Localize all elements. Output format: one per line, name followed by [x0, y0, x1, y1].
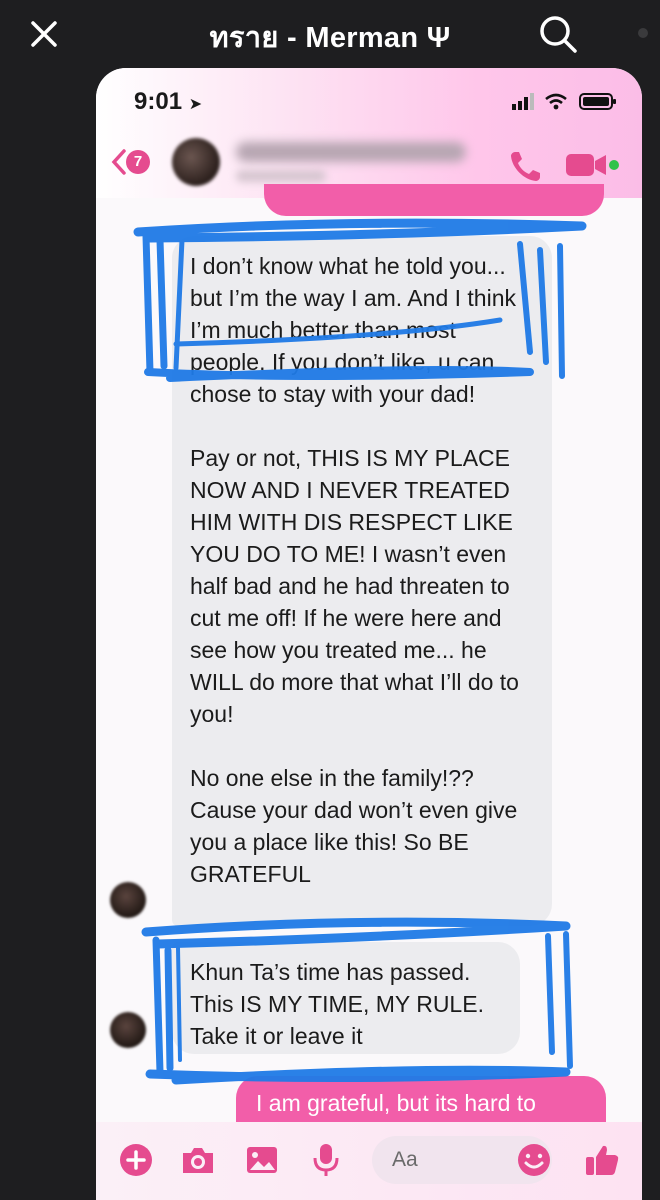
- status-icons: [510, 92, 620, 110]
- viewer-top-bar: ทราย - Merman Ψ: [0, 0, 660, 66]
- unread-badge: 7: [126, 150, 150, 174]
- search-icon[interactable]: [536, 12, 580, 56]
- signal-icon: [512, 93, 534, 110]
- emoji-icon[interactable]: [514, 1140, 554, 1180]
- avatar[interactable]: [172, 138, 220, 186]
- message-text: Khun Ta’s time has passed. This IS MY TI…: [190, 959, 484, 1049]
- phone-icon[interactable]: [506, 146, 546, 186]
- more-indicator: [638, 28, 648, 38]
- wifi-icon: [545, 93, 567, 110]
- image-icon[interactable]: [242, 1140, 282, 1180]
- screenshot-image: 9:01 ➤ 7 I don’t know what he told you..…: [96, 68, 642, 1200]
- sender-avatar: [110, 1012, 146, 1048]
- thumbs-up-icon[interactable]: [582, 1140, 622, 1180]
- microphone-icon[interactable]: [306, 1140, 346, 1180]
- battery-icon: [579, 93, 616, 110]
- location-arrow-icon: ➤: [188, 96, 203, 113]
- plus-icon[interactable]: [116, 1140, 156, 1180]
- sender-avatar: [110, 882, 146, 918]
- camera-icon[interactable]: [178, 1140, 218, 1180]
- message-paragraph: Pay or not, THIS IS MY PLACE NOW AND I N…: [190, 445, 519, 727]
- received-message[interactable]: Khun Ta’s time has passed. This IS MY TI…: [172, 942, 520, 1054]
- status-time: 9:01 ➤: [134, 88, 203, 115]
- contact-name-blurred: [236, 142, 466, 162]
- message-paragraph: No one else in the family!?? Cause your …: [190, 765, 518, 887]
- message-paragraph: I don’t know what he told you... but I’m…: [190, 253, 516, 407]
- message-composer: Aa: [96, 1122, 642, 1200]
- received-message[interactable]: I don’t know what he told you... but I’m…: [172, 236, 552, 926]
- message-text: I am grateful, but its hard to: [256, 1090, 536, 1116]
- contact-status-blurred: [236, 170, 326, 182]
- sent-message-partial-top: [264, 184, 604, 216]
- video-icon[interactable]: [564, 148, 620, 182]
